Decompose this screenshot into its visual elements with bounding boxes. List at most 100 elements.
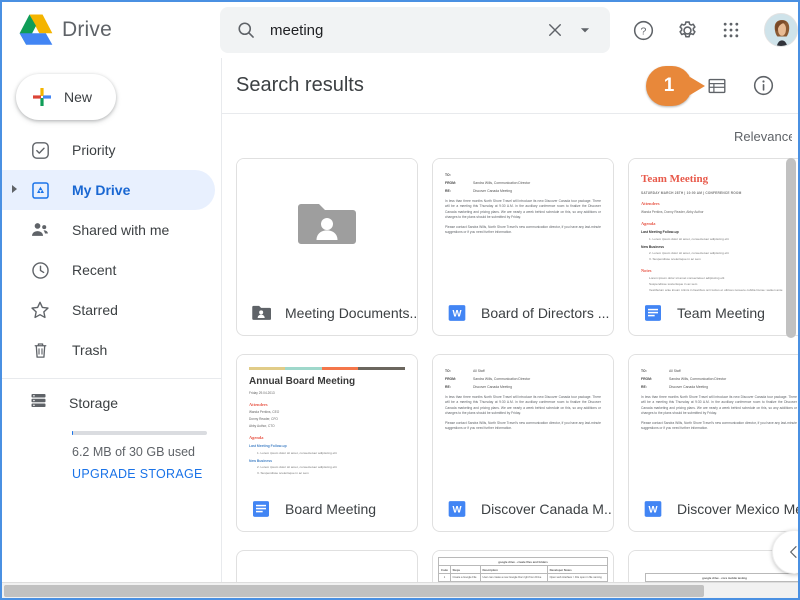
sidebar-item-priority[interactable]: Priority xyxy=(2,130,215,170)
doc-list-item: 2. Lorem ipsum dolor sit amet, consectet… xyxy=(257,465,337,470)
file-card-folder[interactable]: Meeting Documents... xyxy=(236,158,418,336)
file-card-discover-canada[interactable]: TO: All Staff FROM: Sandra Wills, Communic… xyxy=(432,354,614,532)
doc-heading-notes: Notes xyxy=(641,267,652,273)
doc-attendee: Abby Author, CTO xyxy=(249,424,275,428)
help-button[interactable]: ? xyxy=(628,15,658,45)
doc-subheading-followup: Last Meeting Follow-up xyxy=(641,230,679,235)
callout-badge-1: 1 xyxy=(646,66,705,106)
clear-search-button[interactable] xyxy=(540,21,570,39)
chevron-down-icon xyxy=(580,28,590,33)
file-card-board-meeting[interactable]: Annual Board Meeting Friday 29.04.2013 A… xyxy=(236,354,418,532)
file-name: Board of Directors ... xyxy=(481,305,610,321)
memo-from-key: FROM: xyxy=(641,377,653,382)
search-bar[interactable] xyxy=(220,7,610,53)
file-card-footer: W Discover Canada M... xyxy=(433,487,613,531)
storage-used-text: 6.2 MB of 30 GB used xyxy=(72,445,195,459)
memo-to-key: TO: xyxy=(445,369,451,373)
file-card-footer: Board Meeting xyxy=(237,487,417,531)
sidebar-item-shared-with-me[interactable]: Shared with me xyxy=(2,210,215,250)
svg-text:?: ? xyxy=(640,25,646,37)
top-bar: Drive meeting ? xyxy=(2,2,798,58)
avatar[interactable] xyxy=(764,13,798,47)
memo-to-key: TO: xyxy=(641,369,647,373)
word-doc-icon: W xyxy=(448,305,466,321)
sheet-cell: Open web interface > File open in file n… xyxy=(546,573,609,582)
new-button[interactable]: New xyxy=(16,74,116,120)
horizontal-scrollbar-track[interactable] xyxy=(2,582,798,598)
file-card-footer: Meeting Documents... xyxy=(237,291,417,335)
doc-color-bars xyxy=(249,367,405,370)
doc-attendee: Donny Reader, CFO xyxy=(249,417,278,422)
header-actions xyxy=(702,71,784,101)
file-card-word-memo[interactable]: TO: FROM: Sandra Wills, Communication Dir… xyxy=(432,158,614,336)
storage-meter-fill xyxy=(72,431,74,435)
sidebar-item-label: Shared with me xyxy=(72,222,170,238)
doc-list-item: 2. Lorem ipsum dolor sit amet, consectet… xyxy=(649,251,729,256)
doc-subheading-new: New Business xyxy=(641,244,664,249)
help-icon: ? xyxy=(633,20,653,40)
list-view-icon xyxy=(708,78,726,93)
sheet-header: Code xyxy=(438,565,451,575)
info-icon xyxy=(753,75,773,96)
file-card-team-meeting[interactable]: Team Meeting SATURDAY MARCH 28TH | 10:00… xyxy=(628,158,798,336)
doc-subtitle: SATURDAY MARCH 28TH | 10:00 AM | CONFERE… xyxy=(641,190,742,195)
doc-attendees: Wanda Perkins, Donny Reader, Abby Author xyxy=(641,209,704,214)
sidebar-item-my-drive[interactable]: My Drive xyxy=(2,170,215,210)
drive-folder-icon xyxy=(28,178,52,202)
file-card-footer: Team Meeting xyxy=(629,291,798,335)
file-thumbnail xyxy=(237,159,417,291)
search-options-button[interactable] xyxy=(572,23,598,37)
brand[interactable]: Drive xyxy=(2,12,208,48)
horizontal-scrollbar-thumb[interactable] xyxy=(4,585,704,597)
memo-to-value: All Staff xyxy=(473,369,485,373)
doc-list-item: 3. Suspendisse scelerisque in ac sem xyxy=(649,257,701,262)
doc-subheading-new: New Business xyxy=(249,458,272,463)
doc-note: Vestibulum ante ipsum primis in faucibus… xyxy=(649,288,783,291)
sheet-header: Steps xyxy=(449,565,481,575)
sidebar: New Priority My Drive Shared with me Rec… xyxy=(2,58,222,598)
details-button[interactable] xyxy=(748,71,778,101)
new-button-label: New xyxy=(64,89,93,105)
vertical-scrollbar[interactable] xyxy=(786,158,796,338)
sheet-cell: Create a Google File xyxy=(449,573,481,582)
clock-icon xyxy=(28,258,52,282)
close-icon xyxy=(549,24,561,36)
google-apps-button[interactable] xyxy=(716,15,746,45)
memo-re-key: RE: xyxy=(641,385,647,390)
svg-text:W: W xyxy=(452,505,462,516)
sheet-caption: google drive - core mobile testing xyxy=(645,572,798,583)
settings-button[interactable] xyxy=(672,15,702,45)
memo-re-key: RE: xyxy=(445,385,451,390)
memo-from-value: Sandra Wills, Communication Director xyxy=(473,181,531,186)
sidebar-item-recent[interactable]: Recent xyxy=(2,250,215,290)
svg-text:W: W xyxy=(648,505,658,516)
callout-number: 1 xyxy=(663,75,675,96)
list-view-button[interactable] xyxy=(702,71,732,101)
storage-label: Storage xyxy=(69,395,119,411)
file-card-discover-mexico[interactable]: TO: All Staff FROM: Sandra Wills, Communic… xyxy=(628,354,798,532)
word-doc-icon: W xyxy=(644,501,662,517)
file-name: Meeting Documents... xyxy=(285,305,417,321)
sort-label[interactable]: Relevance xyxy=(734,129,792,144)
memo-re-value: Discover Canada Meeting xyxy=(473,189,513,194)
sidebar-item-storage[interactable]: Storage xyxy=(2,383,221,423)
doc-subheading-followup: Last Meeting Follow-up xyxy=(249,444,287,449)
sort-bar: Relevance xyxy=(222,114,798,158)
search-input[interactable] xyxy=(270,21,540,39)
trash-icon xyxy=(28,338,52,362)
sidebar-item-trash[interactable]: Trash xyxy=(2,330,215,370)
upgrade-storage-link[interactable]: UPGRADE STORAGE xyxy=(72,467,221,481)
doc-heading-attendees: Attendees xyxy=(641,201,660,207)
sidebar-item-starred[interactable]: Starred xyxy=(2,290,215,330)
memo-re-value: Discover Canada Meeting xyxy=(473,385,513,390)
sidebar-nav: Priority My Drive Shared with me Recent … xyxy=(2,130,221,370)
brand-name: Drive xyxy=(62,18,113,41)
sheet-caption: google drive - create files and folders xyxy=(438,556,608,567)
memo-to-key: TO: xyxy=(445,173,451,177)
doc-attendee: Wanda Perkins, CEO xyxy=(249,410,280,415)
google-doc-icon xyxy=(645,305,661,321)
doc-list-item: 1. Lorem ipsum dolor sit amet, consectet… xyxy=(649,236,729,241)
file-thumbnail: TO: All Staff FROM: Sandra Wills, Communic… xyxy=(629,355,798,487)
memo-paragraph-1: In less than three months North Shore Tr… xyxy=(445,395,601,415)
expand-arrow-icon[interactable] xyxy=(12,185,17,193)
